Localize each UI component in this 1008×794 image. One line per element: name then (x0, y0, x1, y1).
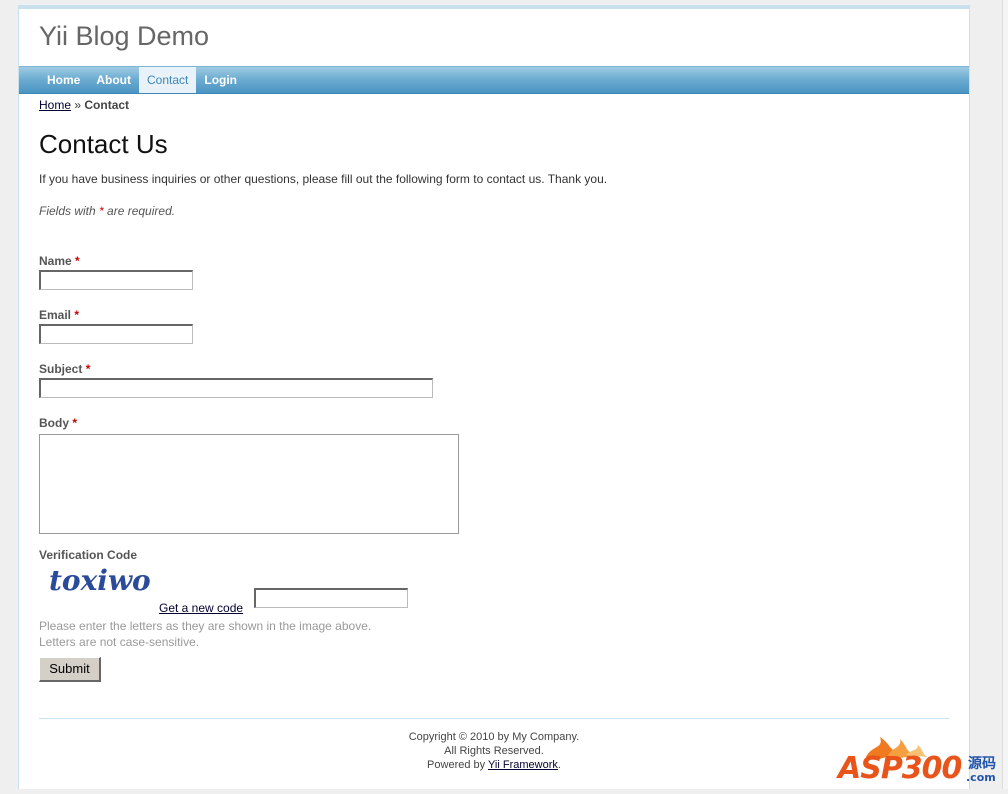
menu-link-home[interactable]: Home (39, 67, 88, 93)
page-container: Yii Blog Demo Home About Contact Login H… (18, 5, 970, 789)
body-textarea[interactable] (39, 434, 459, 534)
content: Contact Us If you have business inquirie… (39, 129, 939, 682)
email-label: Email * (39, 308, 80, 322)
new-code-link[interactable]: Get a new code (159, 601, 243, 615)
verification-input[interactable] (254, 588, 408, 608)
captcha-image: toxiwo (49, 564, 151, 597)
watermark-brand: ASP300 (838, 751, 962, 786)
asp300-watermark-logo: ASP300 源码 .com (836, 735, 1006, 789)
menu-item-home[interactable]: Home (39, 67, 88, 93)
email-row: Email * (39, 308, 193, 344)
breadcrumb: Home » Contact (39, 98, 129, 112)
menu-link-login[interactable]: Login (196, 67, 245, 93)
required-note-suffix: are required. (103, 204, 176, 218)
header: Yii Blog Demo (19, 9, 969, 66)
footer-copyright: Copyright © 2010 by My Company. (408, 731, 580, 743)
footer: Copyright © 2010 by My Company. All Righ… (19, 730, 969, 772)
menu-link-contact[interactable]: Contact (139, 67, 197, 93)
menu-item-about[interactable]: About (88, 67, 139, 93)
subject-row: Subject * (39, 362, 433, 398)
menu-link-about[interactable]: About (88, 67, 139, 93)
watermark-cjk: 源码 (968, 756, 996, 772)
subject-label: Subject * (39, 362, 91, 376)
captcha-hint-line2: Letters are not case-sensitive. (39, 635, 200, 649)
name-input[interactable] (39, 270, 193, 290)
submit-button[interactable]: Submit (39, 657, 101, 682)
breadcrumb-current: Contact (84, 98, 130, 112)
body-label: Body * (39, 416, 78, 430)
breadcrumb-home-link[interactable]: Home (39, 98, 71, 112)
captcha-hint: Please enter the letters as they are sho… (39, 618, 371, 650)
footer-rights: All Rights Reserved. (444, 745, 544, 757)
menu-item-login[interactable]: Login (196, 67, 245, 93)
page-title: Contact Us (39, 129, 168, 159)
subject-input[interactable] (39, 378, 433, 398)
email-input[interactable] (39, 324, 193, 344)
footer-divider (39, 718, 949, 719)
breadcrumb-separator: » (74, 98, 82, 112)
intro-text: If you have business inquiries or other … (39, 172, 608, 186)
required-note-prefix: Fields with (39, 204, 100, 218)
name-label: Name * (39, 254, 80, 268)
site-title: Yii Blog Demo (39, 21, 210, 51)
footer-powered: Powered by Yii Framework. (427, 759, 561, 771)
menu-item-contact[interactable]: Contact (139, 67, 197, 93)
main-menu: Home About Contact Login (19, 66, 969, 94)
body-row: Body * (39, 416, 459, 534)
window-scroll-edge (1002, 0, 1008, 789)
verification-row: Verification Code toxiwo Get a new code … (39, 548, 519, 688)
name-row: Name * (39, 254, 193, 290)
required-note: Fields with * are required. (39, 204, 939, 218)
captcha-hint-line1: Please enter the letters as they are sho… (39, 619, 372, 633)
verification-label: Verification Code (39, 548, 138, 562)
watermark-domain: .com (966, 771, 996, 784)
yii-framework-link[interactable]: Yii Framework (488, 759, 558, 771)
